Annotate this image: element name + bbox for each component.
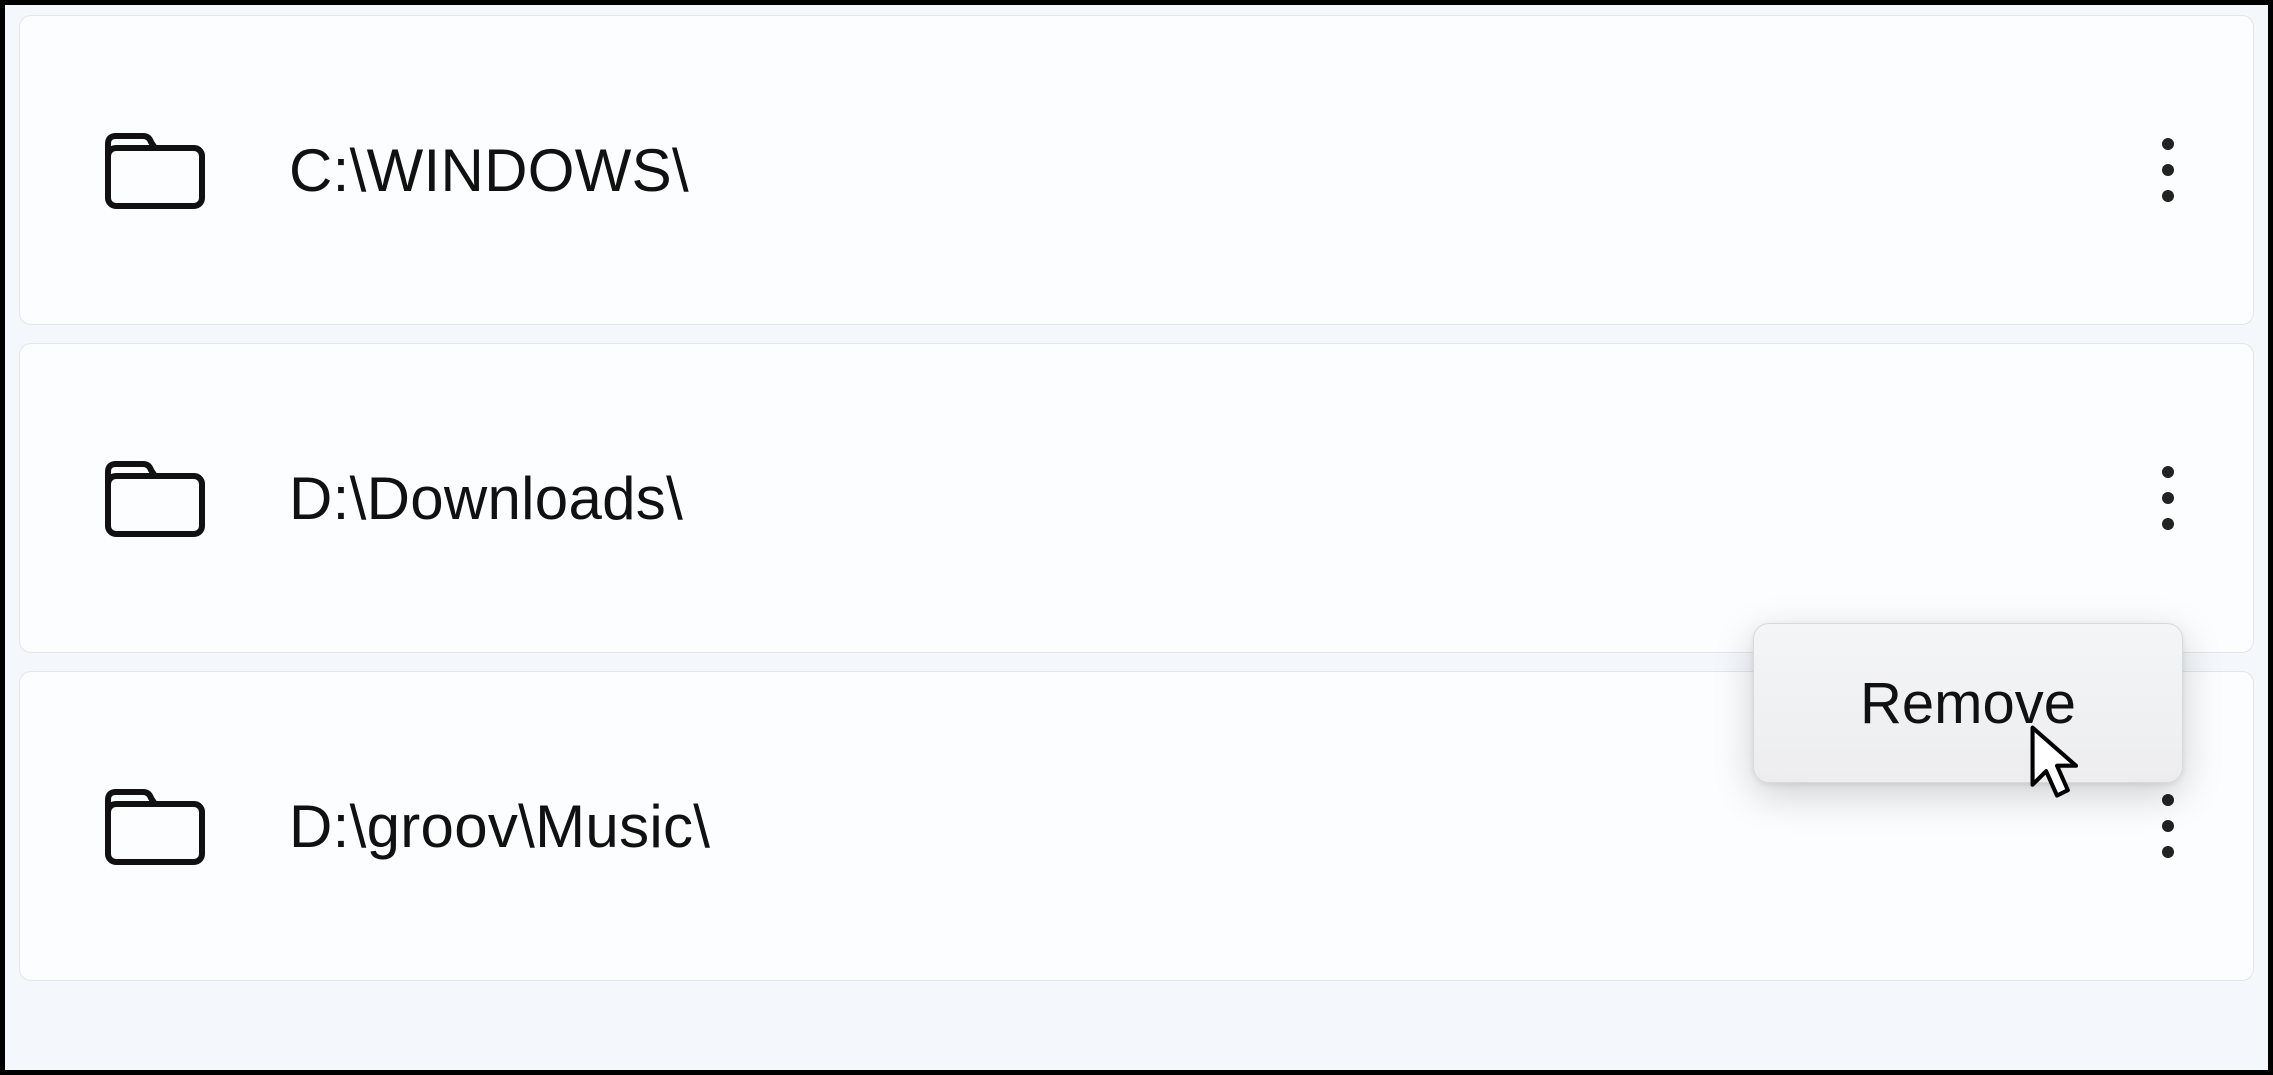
folder-icon [105,130,205,210]
folder-path: D:\groov\Music\ [289,792,2138,861]
folder-icon [105,458,205,538]
folder-row[interactable]: C:\WINDOWS\ [19,15,2254,325]
more-options-button[interactable] [2138,438,2198,558]
folder-row[interactable]: D:\Downloads\ [19,343,2254,653]
folder-path: C:\WINDOWS\ [289,136,2138,205]
more-options-button[interactable] [2138,110,2198,230]
remove-menu-item[interactable]: Remove [1753,623,2183,783]
folder-icon [105,786,205,866]
remove-label: Remove [1860,670,2076,737]
folder-path: D:\Downloads\ [289,464,2138,533]
more-options-button[interactable] [2138,766,2198,886]
folder-list-panel: C:\WINDOWS\ D:\Downloads\ D:\groov\Music… [0,0,2273,1075]
